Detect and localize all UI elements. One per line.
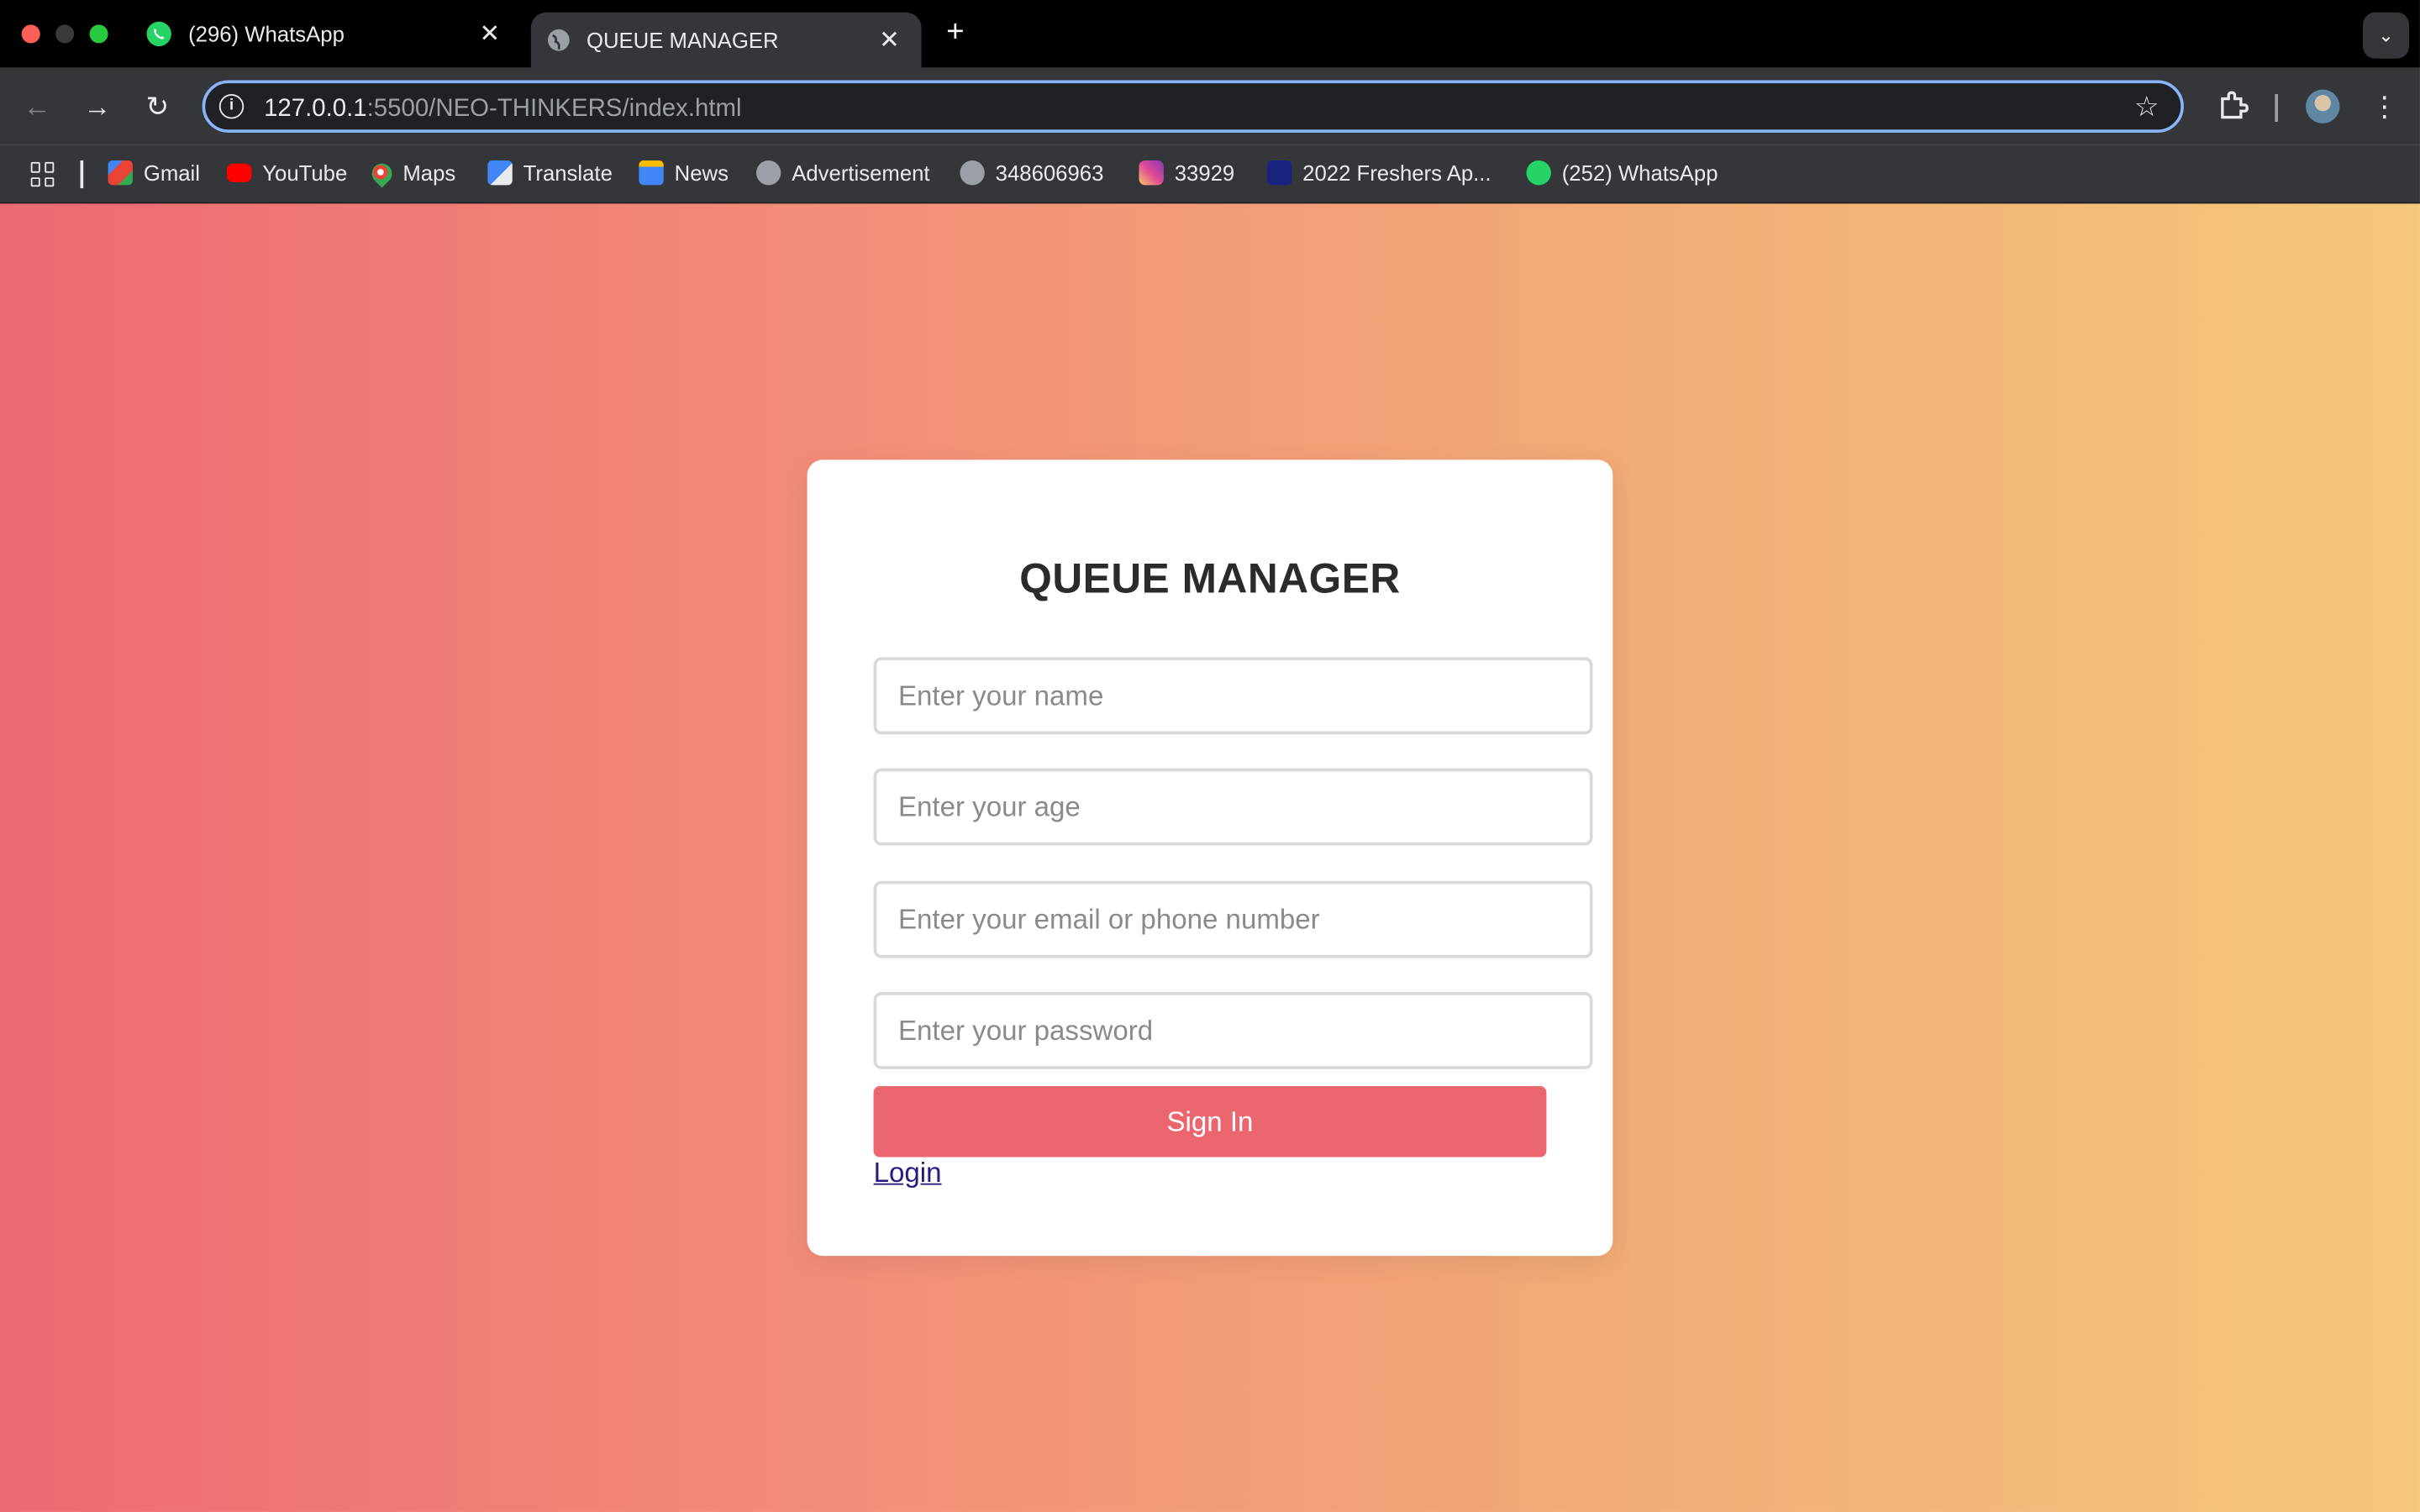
bookmark-348606963[interactable]: 348606963 (960, 160, 1104, 186)
gmail-icon (108, 160, 133, 186)
browser-toolbar: ← → ↻ i 127.0.0.1:5500/NEO-THINKERS/inde… (0, 67, 2420, 145)
age-input[interactable] (873, 768, 1593, 846)
bookmarks-bar: Gmail YouTube Maps Translate News Advert… (0, 144, 2420, 204)
close-window-button[interactable] (21, 24, 40, 44)
back-arrow-icon[interactable]: ← (18, 88, 55, 125)
globe-icon (548, 29, 570, 51)
bookmark-label: 33929 (1174, 160, 1235, 186)
bookmark-label: Maps (402, 160, 456, 186)
bookmark-translate[interactable]: Translate (487, 160, 613, 186)
form-title: QUEUE MANAGER (1019, 555, 1401, 602)
name-input[interactable] (873, 657, 1593, 735)
bookmark-whatsapp[interactable]: (252) WhatsApp (1526, 160, 1718, 186)
signup-card: QUEUE MANAGER Sign In Login (807, 459, 1613, 1257)
minimize-window-button[interactable] (55, 24, 75, 44)
translate-icon (487, 160, 513, 186)
url-path: :5500/NEO-THINKERS/index.html (366, 95, 742, 123)
globe-icon (960, 160, 985, 186)
address-url[interactable]: 127.0.0.1:5500/NEO-THINKERS/index.html (264, 96, 741, 123)
page-background: QUEUE MANAGER Sign In Login (0, 203, 2420, 1512)
bookmark-freshers[interactable]: 2022 Freshers Ap... (1266, 160, 1491, 186)
profile-avatar[interactable] (2306, 89, 2340, 123)
url-host: 127.0.0.1 (264, 95, 367, 123)
password-input[interactable] (873, 991, 1593, 1069)
site-icon (1266, 160, 1292, 186)
toolbar-divider (2275, 94, 2278, 123)
bookmark-maps[interactable]: Maps (367, 158, 456, 187)
sign-in-button[interactable]: Sign In (873, 1086, 1547, 1158)
bookmark-advertisement[interactable]: Advertisement (755, 160, 930, 186)
tab-whatsapp[interactable]: (296) WhatsApp ✕ (129, 0, 522, 68)
tab-queue-manager[interactable]: QUEUE MANAGER ✕ (530, 12, 922, 68)
bookmark-label: 2022 Freshers Ap... (1302, 160, 1491, 186)
bookmark-label: Translate (523, 160, 613, 186)
bookmark-label: Gmail (143, 160, 200, 186)
whatsapp-icon (146, 21, 171, 47)
bookmark-gmail[interactable]: Gmail (108, 160, 200, 186)
apps-grid-icon[interactable] (30, 161, 55, 187)
address-bar[interactable]: i 127.0.0.1:5500/NEO-THINKERS/index.html… (202, 80, 2184, 133)
instagram-icon (1139, 160, 1164, 186)
more-menu-icon[interactable]: ⋮ (2370, 90, 2398, 123)
forward-arrow-icon[interactable]: → (79, 88, 116, 125)
bookmark-label: (252) WhatsApp (1561, 160, 1718, 186)
extensions-puzzle-icon[interactable] (2217, 88, 2250, 122)
email-phone-input[interactable] (873, 880, 1593, 958)
bookmark-youtube[interactable]: YouTube (226, 160, 348, 186)
bookmark-label: Advertisement (792, 160, 930, 186)
login-link[interactable]: Login (874, 1158, 942, 1190)
close-tab-icon[interactable]: ✕ (879, 24, 900, 55)
news-icon (639, 160, 664, 186)
youtube-icon (226, 163, 252, 182)
tab-title: QUEUE MANAGER (586, 28, 779, 53)
reload-icon[interactable]: ↻ (139, 88, 176, 125)
globe-icon (755, 160, 781, 186)
bookmark-label: News (674, 160, 729, 186)
site-info-icon[interactable]: i (218, 94, 245, 119)
bookmarks-divider (80, 160, 84, 189)
tab-search-button[interactable]: ⌄ (2362, 12, 2410, 59)
new-tab-button[interactable]: + (939, 15, 972, 49)
bookmark-label: YouTube (262, 160, 348, 186)
bookmark-33929[interactable]: 33929 (1139, 160, 1235, 186)
tab-title: (296) WhatsApp (188, 21, 345, 47)
maximize-window-button[interactable] (89, 24, 108, 44)
bookmark-news[interactable]: News (639, 160, 729, 186)
close-tab-icon[interactable]: ✕ (479, 18, 500, 50)
bookmark-star-icon[interactable]: ☆ (2134, 91, 2160, 123)
whatsapp-icon (1526, 160, 1551, 186)
bookmark-label: 348606963 (995, 160, 1104, 186)
maps-icon (367, 158, 397, 187)
tab-bar: (296) WhatsApp ✕ QUEUE MANAGER ✕ + ⌄ (0, 0, 2420, 68)
